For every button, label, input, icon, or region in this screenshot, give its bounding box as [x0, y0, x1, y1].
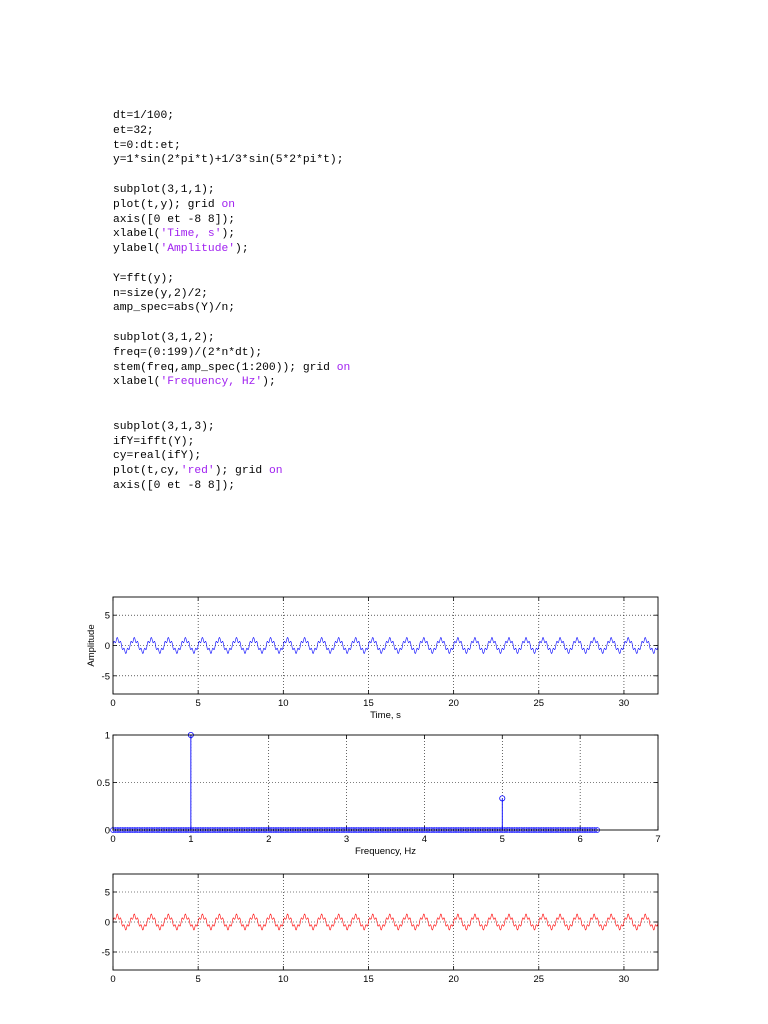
- y-tick-label: -5: [102, 671, 110, 682]
- reconstructed-signal-plot: 0 5 10 15 20 25 30 -5 0 5: [102, 873, 659, 985]
- y-tick-label: 0: [105, 641, 110, 652]
- x-tick-label: 6: [577, 834, 582, 845]
- x-tick-label: 30: [619, 698, 630, 709]
- y-tick-label: 0.5: [97, 778, 110, 789]
- figure-charts: 0 5 10 15 20 25 30-505Time, sAmplitude 0123456…: [86, 596, 661, 985]
- x-tick-label: 25: [533, 974, 544, 985]
- x-tick-label: 0: [110, 698, 115, 709]
- y-tick-label: -5: [102, 948, 110, 959]
- y-tick-label: 0: [105, 826, 110, 837]
- frequency-spectrum-plot: 0 1 2 3 4 5 6 7 0 0.5 1 Frequency, Hz: [97, 731, 661, 858]
- x-tick-label: 10: [278, 698, 289, 709]
- time-domain-plot: 0 5 10 15 20 25 30 -5 0 5 Time, s Amplitude: [86, 596, 659, 721]
- x-tick-label: 0: [110, 834, 115, 845]
- x-tick-label: 3: [344, 834, 349, 845]
- x-axis-label: Frequency, Hz: [355, 846, 416, 857]
- x-tick-label: 20: [448, 974, 459, 985]
- x-tick-label: 4: [422, 834, 427, 845]
- x-tick-label: 5: [196, 974, 201, 985]
- x-tick-label: 20: [448, 698, 459, 709]
- x-tick-label: 5: [500, 834, 505, 845]
- y-tick-label: 5: [105, 611, 110, 622]
- x-tick-label: 1: [188, 834, 193, 845]
- y-tick-label: 1: [105, 731, 110, 742]
- x-tick-label: 30: [619, 974, 630, 985]
- x-tick-label: 15: [363, 974, 374, 985]
- y-tick-label: 0: [105, 918, 110, 929]
- y-tick-label: 5: [105, 888, 110, 899]
- x-tick-label: 15: [363, 698, 374, 709]
- x-tick-label: 25: [533, 698, 544, 709]
- x-tick-label: 0: [110, 974, 115, 985]
- x-tick-label: 2: [266, 834, 271, 845]
- x-axis-label: Time, s: [370, 710, 401, 721]
- x-tick-label: 7: [655, 834, 660, 845]
- x-tick-label: 5: [196, 698, 201, 709]
- y-axis-label: Amplitude: [86, 624, 97, 666]
- x-tick-label: 10: [278, 974, 289, 985]
